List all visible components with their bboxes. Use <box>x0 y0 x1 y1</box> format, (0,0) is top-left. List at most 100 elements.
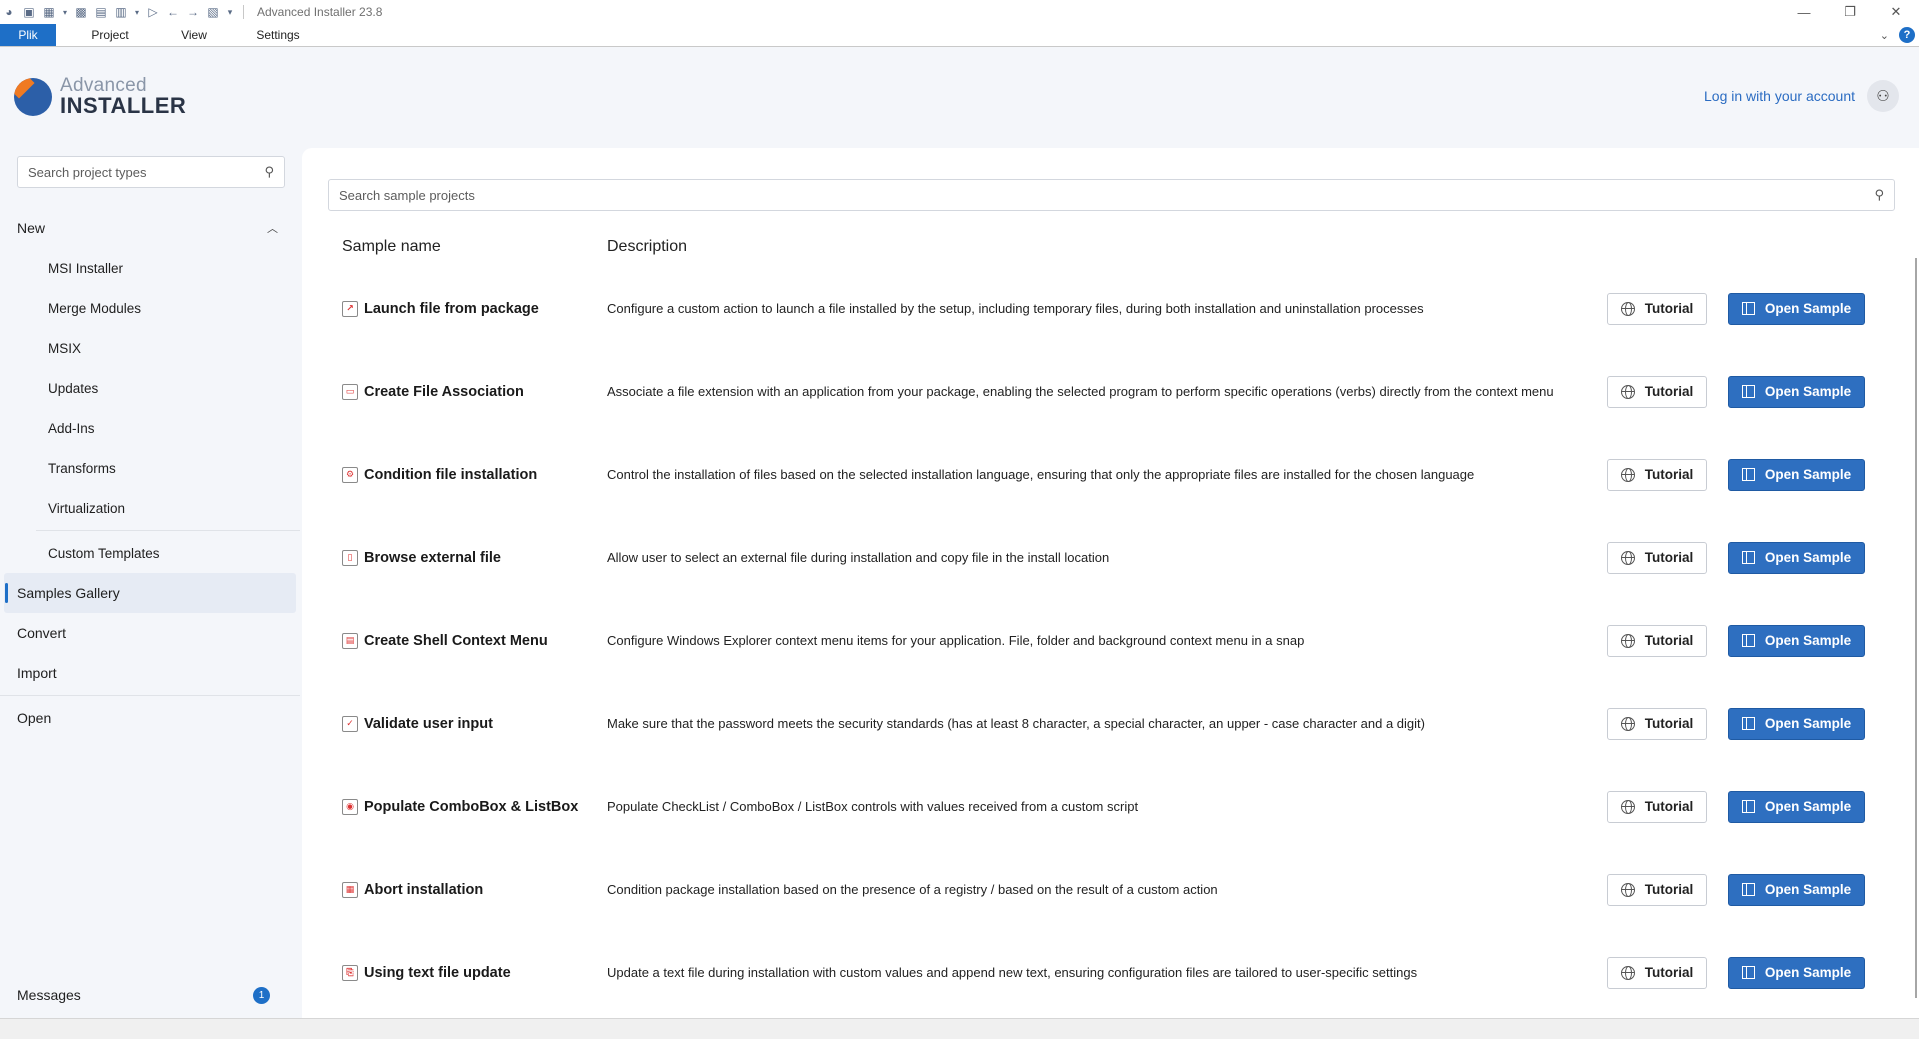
sidebar-item-new[interactable]: New ︿ <box>0 208 300 248</box>
tab-plik[interactable]: Plik <box>0 24 56 46</box>
sample-description: Update a text file during installation w… <box>607 964 1418 980</box>
window-icon[interactable]: ▧ <box>206 5 220 19</box>
search-icon[interactable]: ⚲ <box>1874 187 1884 203</box>
open-sample-button[interactable]: Open Sample <box>1728 292 1865 325</box>
tutorial-button[interactable]: Tutorial <box>1607 790 1707 823</box>
sidebar-item-transforms[interactable]: Transforms <box>0 448 300 488</box>
messages-panel-toggle[interactable]: Messages 1 <box>0 980 300 1010</box>
table-row: ⎘ Using text file update Update a text fil… <box>342 931 1887 1014</box>
sidebar-item-convert[interactable]: Convert <box>0 613 300 653</box>
tab-settings[interactable]: Settings <box>238 24 318 46</box>
tutorial-button[interactable]: Tutorial <box>1607 375 1707 408</box>
messages-label: Messages <box>17 987 81 1003</box>
open-sample-icon <box>1741 551 1755 564</box>
table-row: ▭ Create File Association Associate a file… <box>342 350 1887 433</box>
sample-name: ▤ Create Shell Context Menu <box>342 632 602 649</box>
globe-icon <box>1620 550 1635 565</box>
tutorial-button[interactable]: Tutorial <box>1607 956 1707 989</box>
sample-name: ◉ Populate ComboBox & ListBox <box>342 798 602 815</box>
sidebar-item-msi-installer[interactable]: MSI Installer <box>0 248 300 288</box>
abort-icon: ▦ <box>342 881 358 898</box>
sample-description: Allow user to select an external file du… <box>607 549 1110 565</box>
chevron-up-icon[interactable]: ︿ <box>267 220 278 236</box>
tutorial-label: Tutorial <box>1644 384 1694 399</box>
open-sample-button[interactable]: Open Sample <box>1728 624 1865 657</box>
sidebar-item-samples-gallery[interactable]: Samples Gallery <box>4 573 296 613</box>
user-avatar-icon[interactable]: ⚇ <box>1867 80 1899 112</box>
open-sample-button[interactable]: Open Sample <box>1728 956 1865 989</box>
globe-icon <box>1620 799 1635 814</box>
sidebar-item-virtualization[interactable]: Virtualization <box>0 488 300 528</box>
sidebar-item-import[interactable]: Import <box>0 653 300 693</box>
open-sample-button[interactable]: Open Sample <box>1728 873 1865 906</box>
login-area: Log in with your account ⚇ <box>1704 80 1899 112</box>
sidebar-item-msix[interactable]: MSIX <box>0 328 300 368</box>
sidebar-item-add-ins[interactable]: Add-Ins <box>0 408 300 448</box>
globe-icon <box>1620 467 1635 482</box>
tutorial-button[interactable]: Tutorial <box>1607 707 1707 740</box>
help-icon[interactable]: ? <box>1899 27 1915 43</box>
text-update-icon: ⎘ <box>342 964 358 981</box>
sample-description: Associate a file extension with an appli… <box>607 383 1554 399</box>
tutorial-label: Tutorial <box>1644 633 1694 648</box>
close-icon[interactable]: ✕ <box>1873 0 1919 24</box>
run-icon[interactable]: ▷ <box>146 5 160 19</box>
minimize-icon[interactable]: — <box>1781 0 1827 24</box>
save-icon[interactable]: ▣ <box>22 5 36 19</box>
sample-name-label: Abort installation <box>364 881 484 898</box>
tutorial-button[interactable]: Tutorial <box>1607 458 1707 491</box>
login-link[interactable]: Log in with your account <box>1704 88 1855 104</box>
dropdown-icon[interactable]: ▾ <box>134 5 140 19</box>
tab-project[interactable]: Project <box>70 24 150 46</box>
table-row: ▦ Abort installation Condition package ins… <box>342 848 1887 931</box>
dropdown-icon[interactable]: ▾ <box>62 5 68 19</box>
globe-icon <box>1620 882 1635 897</box>
browse-file-icon: ▯ <box>342 549 358 566</box>
sample-projects-search: ⚲ <box>328 179 1895 211</box>
sample-description: Control the installation of files based … <box>607 466 1475 482</box>
tutorial-button[interactable]: Tutorial <box>1607 873 1707 906</box>
open-sample-icon <box>1741 634 1755 647</box>
sample-name-label: Launch file from package <box>364 300 539 317</box>
restore-icon[interactable]: ❐ <box>1827 0 1873 24</box>
tab-view[interactable]: View <box>164 24 224 46</box>
sidebar-item-merge-modules[interactable]: Merge Modules <box>0 288 300 328</box>
open-sample-button[interactable]: Open Sample <box>1728 458 1865 491</box>
logo-text: Advanced INSTALLER <box>60 76 186 117</box>
sidebar-item-label: New <box>17 220 46 236</box>
search-icon[interactable]: ⚲ <box>264 164 274 180</box>
sample-description: Configure Windows Explorer context menu … <box>607 632 1305 648</box>
tutorial-button[interactable]: Tutorial <box>1607 541 1707 574</box>
open-sample-icon <box>1741 800 1755 813</box>
app-icon[interactable]: ◕ <box>2 5 16 19</box>
close-project-icon[interactable]: ▩ <box>74 5 88 19</box>
sample-projects-search-input[interactable] <box>339 187 1875 203</box>
save-all-icon[interactable]: ▤ <box>94 5 108 19</box>
collapse-ribbon-icon[interactable]: ⌄ <box>1880 29 1889 42</box>
back-icon[interactable]: ← <box>166 5 180 19</box>
column-header-sample-name: Sample name <box>342 238 441 255</box>
sidebar-item-open[interactable]: Open <box>0 698 300 738</box>
open-sample-button[interactable]: Open Sample <box>1728 541 1865 574</box>
project-types-search-input[interactable] <box>28 164 265 180</box>
sidebar-item-updates[interactable]: Updates <box>0 368 300 408</box>
file-association-icon: ▭ <box>342 383 358 400</box>
scrollbar[interactable] <box>1915 258 1917 998</box>
sample-name-label: Using text file update <box>364 964 511 981</box>
sidebar-item-custom-templates[interactable]: Custom Templates <box>0 533 300 573</box>
customize-toolbar-icon[interactable]: ▾ <box>226 5 234 19</box>
open-sample-label: Open Sample <box>1764 384 1852 399</box>
tutorial-button[interactable]: Tutorial <box>1607 292 1707 325</box>
nav-divider <box>0 695 300 696</box>
new-project-icon[interactable]: ▦ <box>42 5 56 19</box>
open-sample-button[interactable]: Open Sample <box>1728 790 1865 823</box>
tutorial-label: Tutorial <box>1644 301 1694 316</box>
open-sample-button[interactable]: Open Sample <box>1728 375 1865 408</box>
logo-mark-icon <box>14 77 52 116</box>
open-sample-button[interactable]: Open Sample <box>1728 707 1865 740</box>
tutorial-button[interactable]: Tutorial <box>1607 624 1707 657</box>
sidebar: ⚲ New ︿ MSI Installer Merge Modules MSIX… <box>0 148 300 1018</box>
table-row: ▤ Create Shell Context Menu Configure Wind… <box>342 599 1887 682</box>
forward-icon[interactable]: → <box>186 5 200 19</box>
build-icon[interactable]: ▥ <box>114 5 128 19</box>
